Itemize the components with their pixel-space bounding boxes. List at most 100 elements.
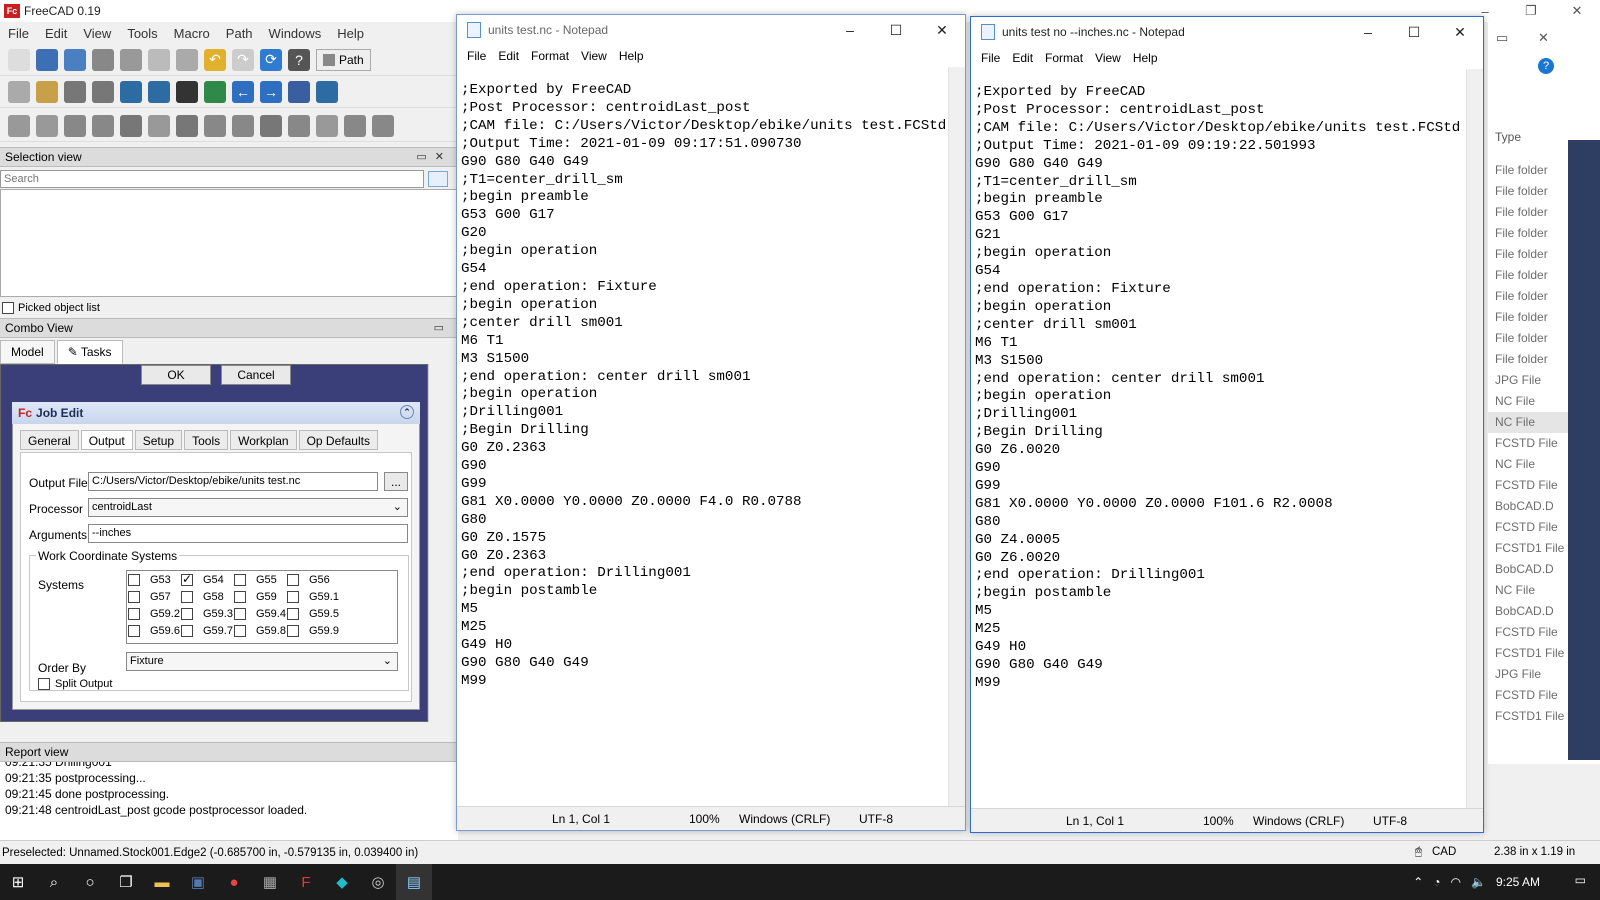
output-file-input[interactable]: C:/Users/Victor/Desktop/ebike/units test… — [88, 472, 378, 491]
wcs-option[interactable]: G59.6 — [128, 625, 180, 637]
paste-icon[interactable] — [176, 48, 198, 71]
explorer-row-type[interactable]: FCSTD File — [1488, 433, 1568, 454]
close-icon[interactable]: ✕ — [1554, 0, 1600, 22]
undock-icon[interactable]: ▭ — [434, 321, 452, 334]
windows-start-icon[interactable]: ⊞ — [0, 864, 36, 900]
tab-workplan[interactable]: Workplan — [230, 430, 297, 450]
wcs-checkbox[interactable] — [128, 625, 140, 637]
wcs-option[interactable]: G59.9 — [287, 625, 339, 637]
volume-icon[interactable]: 🔈 — [1471, 875, 1486, 889]
explorer-row-type[interactable]: NC File — [1488, 412, 1568, 433]
processor-select[interactable]: centroidLast ⌄ — [88, 498, 408, 517]
wcs-option[interactable]: G59.1 — [287, 591, 339, 603]
wcs-option[interactable]: G57 — [128, 591, 171, 603]
menu-help[interactable]: Help — [329, 26, 372, 41]
menu-macro[interactable]: Macro — [166, 26, 218, 41]
app2-icon[interactable]: ◎ — [360, 864, 396, 900]
tab-general[interactable]: General — [20, 430, 79, 450]
browse-button[interactable]: ... — [384, 472, 408, 491]
explorer-row-type[interactable]: File folder — [1488, 328, 1568, 349]
wcs-checkbox[interactable] — [128, 574, 140, 586]
explorer-row-type[interactable]: FCSTD1 File — [1488, 538, 1568, 559]
cut-icon[interactable] — [120, 48, 142, 71]
freecad-taskbar-icon[interactable]: F — [288, 864, 324, 900]
order-by-select[interactable]: Fixture ⌄ — [126, 652, 398, 671]
new-icon[interactable] — [8, 48, 30, 71]
network-icon[interactable]: ◔ — [1433, 875, 1440, 889]
notifications-icon[interactable]: ▭ — [1575, 873, 1586, 887]
wcs-checkbox[interactable] — [234, 625, 246, 637]
split-output-option[interactable]: Split Output — [38, 678, 112, 690]
selection-list[interactable] — [0, 189, 458, 297]
picked-object-list-option[interactable]: Picked object list — [2, 302, 100, 314]
wcs-option[interactable]: G56 — [287, 574, 330, 586]
menu-view[interactable]: View — [75, 26, 119, 41]
explorer-row-type[interactable]: FCSTD1 File — [1488, 643, 1568, 664]
cancel-button[interactable]: Cancel — [221, 365, 291, 385]
explorer-row-type[interactable]: File folder — [1488, 244, 1568, 265]
refresh-icon[interactable]: ⟳ — [260, 48, 282, 71]
wcs-option[interactable]: G59.3 — [181, 608, 233, 620]
link-actions-icon[interactable] — [92, 80, 114, 103]
wcs-checkbox[interactable] — [181, 608, 193, 620]
explorer-row-type[interactable]: NC File — [1488, 391, 1568, 412]
wcs-checkbox[interactable] — [287, 608, 299, 620]
explorer-row-type[interactable]: FCSTD File — [1488, 685, 1568, 706]
explorer-row-type[interactable]: FCSTD1 File — [1488, 706, 1568, 727]
wcs-checkbox[interactable] — [234, 608, 246, 620]
explorer-row-type[interactable]: File folder — [1488, 286, 1568, 307]
chrome-icon[interactable]: ● — [216, 864, 252, 900]
close-icon[interactable]: ✕ — [919, 15, 965, 45]
navigation-style[interactable]: CAD — [1432, 846, 1456, 858]
wcs-checkbox[interactable] — [287, 591, 299, 603]
menu-file[interactable]: File — [461, 49, 492, 63]
measure-icon[interactable] — [316, 80, 338, 103]
forward-icon[interactable]: → — [260, 80, 282, 103]
menu-file[interactable]: File — [975, 51, 1006, 65]
calculator-icon[interactable]: ▦ — [252, 864, 288, 900]
vertical-scrollbar[interactable] — [948, 67, 965, 806]
ok-button[interactable]: OK — [141, 365, 211, 385]
wcs-option[interactable]: G59.5 — [287, 608, 339, 620]
menu-format[interactable]: Format — [1039, 51, 1089, 65]
fit-selection-icon[interactable] — [148, 80, 170, 103]
menu-view[interactable]: View — [575, 49, 613, 63]
face-icon[interactable] — [288, 114, 310, 137]
collapse-icon[interactable]: ⌃ — [400, 405, 414, 419]
explorer-row-type[interactable]: File folder — [1488, 265, 1568, 286]
undo-icon[interactable]: ↶ — [204, 48, 226, 71]
explorer-row-type[interactable]: File folder — [1488, 349, 1568, 370]
notepad-text-area[interactable]: ;Exported by FreeCAD ;Post Processor: ce… — [975, 84, 1460, 693]
tab-model[interactable]: Model — [0, 340, 55, 364]
menu-view[interactable]: View — [1089, 51, 1127, 65]
helix-icon[interactable] — [316, 114, 338, 137]
wcs-option[interactable]: G59.7 — [181, 625, 233, 637]
drilling-icon[interactable] — [260, 114, 282, 137]
inspect-icon[interactable] — [64, 114, 86, 137]
explorer-row-type[interactable]: JPG File — [1488, 370, 1568, 391]
wifi-icon[interactable]: ◠ — [1451, 875, 1461, 889]
selection-search-input[interactable] — [0, 170, 424, 188]
menu-tools[interactable]: Tools — [119, 26, 165, 41]
back-icon[interactable]: ← — [232, 80, 254, 103]
maximize-icon[interactable]: ☐ — [1391, 17, 1437, 47]
wcs-option[interactable]: G59.8 — [234, 625, 286, 637]
report-view-log[interactable]: 09:21:35 Drilling001 09:21:35 postproces… — [0, 762, 458, 840]
menu-edit[interactable]: Edit — [1006, 51, 1039, 65]
tab-op-defaults[interactable]: Op Defaults — [298, 430, 378, 450]
explorer-row-type[interactable]: FCSTD File — [1488, 475, 1568, 496]
vertical-scrollbar[interactable] — [1466, 69, 1483, 808]
whats-this-icon[interactable]: ? — [288, 48, 310, 71]
menu-edit[interactable]: Edit — [492, 49, 525, 63]
explorer-row-type[interactable]: File folder — [1488, 160, 1568, 181]
close-icon[interactable]: ✕ — [1437, 17, 1483, 47]
wcs-option[interactable]: G59.2 — [128, 608, 180, 620]
menu-file[interactable]: File — [0, 26, 37, 41]
explorer-row-type[interactable]: NC File — [1488, 454, 1568, 475]
explorer-row-type[interactable]: FCSTD File — [1488, 517, 1568, 538]
wcs-option[interactable]: G53 — [128, 574, 171, 586]
restore-icon[interactable]: ❐ — [1508, 0, 1554, 22]
explorer-row-type[interactable]: File folder — [1488, 181, 1568, 202]
panel-controls-icon[interactable]: ▭✕ — [416, 150, 452, 163]
split-output-checkbox[interactable] — [38, 678, 50, 690]
